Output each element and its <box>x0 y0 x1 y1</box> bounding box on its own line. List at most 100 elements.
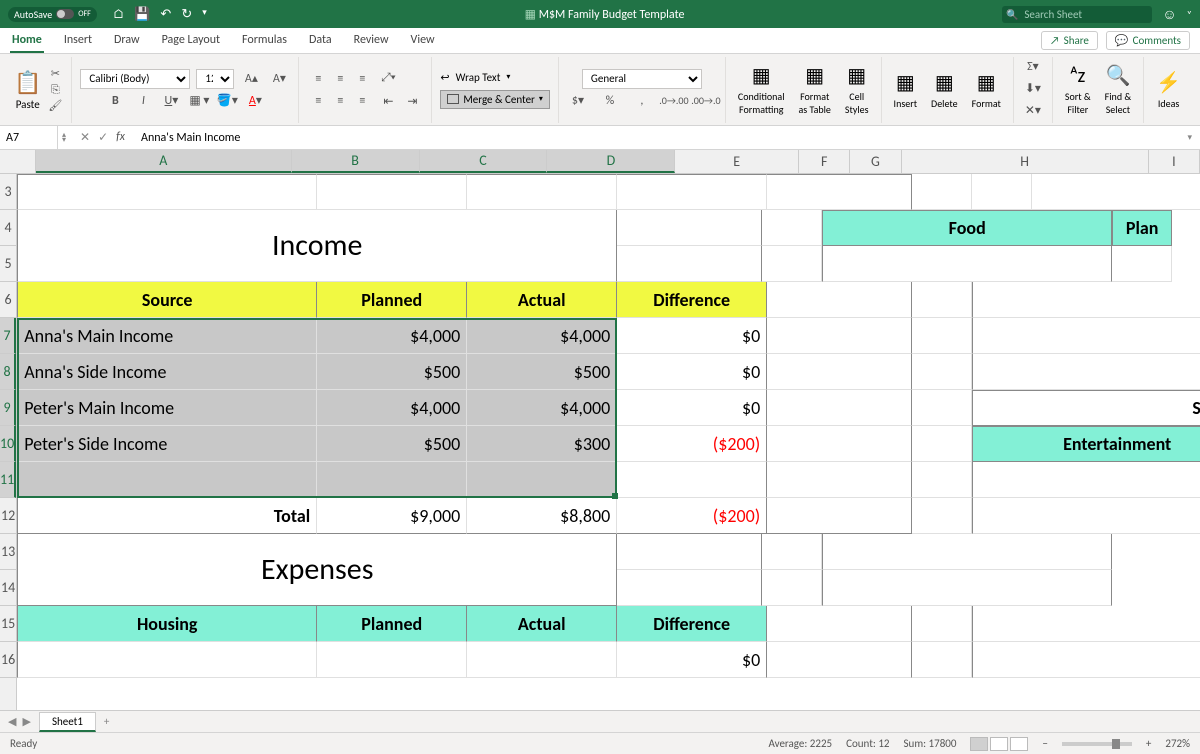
home-icon[interactable]: ⌂ <box>113 7 124 22</box>
row-header[interactable]: 9 <box>0 390 16 426</box>
expenses-title[interactable]: Expenses <box>17 534 617 606</box>
row-header[interactable]: 10 <box>0 426 16 462</box>
align-bottom-icon[interactable]: ≡ <box>351 69 373 89</box>
font-name-select[interactable]: Calibri (Body) <box>80 69 190 89</box>
row-header[interactable]: 13 <box>0 534 16 570</box>
currency-icon[interactable]: $▾ <box>567 91 589 111</box>
clear-icon[interactable]: ✕▾ <box>1022 101 1044 121</box>
undo-icon[interactable]: ↶ <box>160 7 171 22</box>
row-header[interactable]: 6 <box>0 282 16 318</box>
food-header[interactable]: Food <box>822 210 1112 246</box>
search-sheet-input[interactable]: Search Sheet <box>1002 6 1152 23</box>
sort-filter-button[interactable]: ᴬzSort & Filter <box>1061 64 1095 116</box>
tab-review[interactable]: Review <box>352 29 391 53</box>
borders-button[interactable]: ▦ ▾ <box>188 91 210 111</box>
align-right-icon[interactable]: ≡ <box>351 91 373 111</box>
format-cells-button[interactable]: ▦Format <box>968 70 1005 110</box>
decrease-indent-icon[interactable]: ⇤ <box>377 92 399 112</box>
row-header[interactable]: 11 <box>0 462 16 498</box>
tab-data[interactable]: Data <box>307 29 334 53</box>
bold-button[interactable]: B <box>104 91 126 111</box>
cell-styles-button[interactable]: ▦Cell Styles <box>841 63 873 116</box>
tab-formulas[interactable]: Formulas <box>240 29 289 53</box>
col-header-i[interactable]: I <box>1149 150 1200 173</box>
format-as-table-button[interactable]: ▦Format as Table <box>795 63 835 116</box>
add-sheet-button[interactable]: + <box>96 713 117 730</box>
tab-draw[interactable]: Draw <box>112 29 142 53</box>
tab-view[interactable]: View <box>409 29 437 53</box>
col-header-a[interactable]: A <box>36 150 292 173</box>
decrease-font-icon[interactable]: A▾ <box>268 69 290 89</box>
increase-indent-icon[interactable]: ⇥ <box>401 92 423 112</box>
income-title[interactable]: Income <box>17 210 617 282</box>
sheet-tab[interactable]: Sheet1 <box>39 712 96 732</box>
col-header-h[interactable]: H <box>902 150 1149 173</box>
increase-font-icon[interactable]: A▴ <box>240 69 262 89</box>
col-header-g[interactable]: G <box>850 150 901 173</box>
conditional-formatting-button[interactable]: ▦Conditional Formatting <box>734 63 789 116</box>
redo-icon[interactable]: ↻ <box>181 7 192 22</box>
row-header[interactable]: 16 <box>0 642 16 678</box>
comma-icon[interactable]: , <box>631 91 653 111</box>
row-header[interactable]: 3 <box>0 174 16 210</box>
row-header[interactable]: 12 <box>0 498 16 534</box>
underline-button[interactable]: U ▾ <box>160 91 182 111</box>
orientation-icon[interactable]: ⤢▾ <box>377 68 399 88</box>
row-header[interactable]: 15 <box>0 606 16 642</box>
align-left-icon[interactable]: ≡ <box>307 91 329 111</box>
comments-button[interactable]: 💬 Comments <box>1106 31 1190 50</box>
decrease-decimal-icon[interactable]: .00→.0 <box>695 91 717 111</box>
find-select-button[interactable]: 🔍Find & Select <box>1101 63 1135 116</box>
next-sheet-icon[interactable]: ▶ <box>22 715 30 728</box>
insert-cells-button[interactable]: ▦Insert <box>890 70 922 110</box>
row-header[interactable]: 8 <box>0 354 16 390</box>
increase-decimal-icon[interactable]: .0→.00 <box>663 91 685 111</box>
font-color-button[interactable]: A▾ <box>244 91 266 111</box>
save-icon[interactable]: 💾 <box>134 7 150 22</box>
paste-button[interactable]: 📋 Paste <box>14 69 41 111</box>
font-size-select[interactable]: 12 <box>196 69 234 89</box>
delete-cells-button[interactable]: ▦Delete <box>927 70 962 110</box>
normal-view-icon[interactable] <box>970 737 988 751</box>
row-header[interactable]: 5 <box>0 246 16 282</box>
share-button[interactable]: ↗ Share <box>1041 31 1098 50</box>
row-header[interactable]: 14 <box>0 570 16 606</box>
cell[interactable]: Anna's Main Income <box>17 318 317 354</box>
tab-page-layout[interactable]: Page Layout <box>160 29 222 53</box>
col-header-f[interactable]: F <box>799 150 850 173</box>
page-break-view-icon[interactable] <box>1010 737 1028 751</box>
autosave-toggle[interactable]: AutoSave OFF <box>8 7 97 22</box>
zoom-slider[interactable] <box>1062 742 1132 746</box>
spreadsheet-grid[interactable]: A B C D E F G H I 3 4 5 6 7 8 9 10 11 12… <box>0 150 1200 710</box>
tab-home[interactable]: Home <box>10 29 44 53</box>
ideas-button[interactable]: ⚡Ideas <box>1152 70 1185 110</box>
fill-color-button[interactable]: 🪣▾ <box>216 91 238 111</box>
tab-insert[interactable]: Insert <box>62 29 94 53</box>
enter-formula-icon[interactable]: ✓ <box>98 130 108 145</box>
percent-icon[interactable]: % <box>599 91 621 111</box>
zoom-in-button[interactable]: + <box>1146 737 1151 750</box>
cut-icon[interactable]: ✂ <box>47 67 63 81</box>
cancel-formula-icon[interactable]: ✕ <box>80 130 90 145</box>
source-header[interactable]: Source <box>17 282 317 318</box>
ribbon-collapse-icon[interactable]: ˅ <box>1187 8 1192 21</box>
align-top-icon[interactable]: ≡ <box>307 69 329 89</box>
select-all-corner[interactable] <box>0 150 36 173</box>
col-header-c[interactable]: C <box>420 150 548 173</box>
fill-icon[interactable]: ⬇▾ <box>1022 79 1044 99</box>
copy-icon[interactable]: ⎘ <box>47 83 63 97</box>
fx-icon[interactable]: fx <box>116 130 125 145</box>
name-box[interactable]: A7 <box>0 126 58 149</box>
zoom-out-button[interactable]: − <box>1042 737 1047 750</box>
col-header-b[interactable]: B <box>292 150 420 173</box>
expand-formula-bar-icon[interactable]: ▾ <box>1179 132 1200 143</box>
feedback-icon[interactable]: ☺ <box>1162 6 1176 23</box>
wrap-text-button[interactable]: ↩ Wrap Text ▾ <box>440 71 510 84</box>
number-format-select[interactable]: General <box>582 69 702 89</box>
row-header[interactable]: 4 <box>0 210 16 246</box>
format-painter-icon[interactable]: 🖌 <box>47 99 63 113</box>
page-layout-view-icon[interactable] <box>990 737 1008 751</box>
col-header-d[interactable]: D <box>547 150 675 173</box>
merge-center-button[interactable]: Merge & Center▾ <box>440 90 550 109</box>
zoom-level[interactable]: 272% <box>1165 737 1190 750</box>
